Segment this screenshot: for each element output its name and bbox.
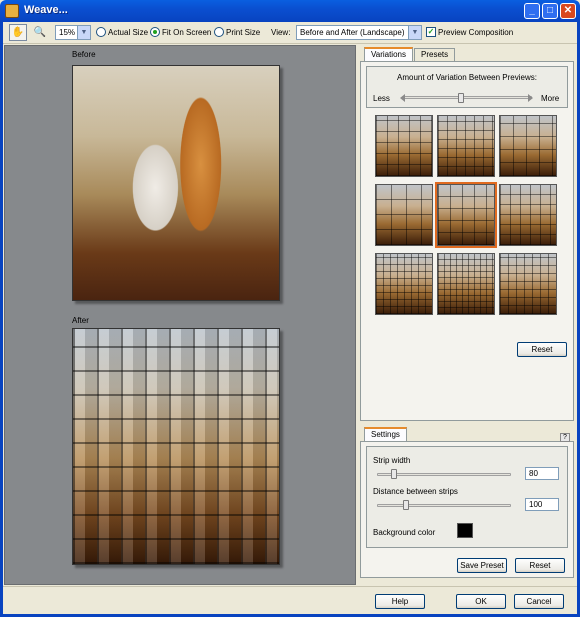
amount-group: Amount of Variation Between Previews: Le… [366, 66, 568, 108]
tab-variations[interactable]: Variations [364, 47, 413, 61]
slider-right-arrow-icon [528, 94, 533, 102]
amount-slider-thumb[interactable] [457, 93, 464, 103]
distance-slider[interactable] [377, 504, 511, 507]
before-label: Before [72, 50, 96, 59]
maximize-button[interactable]: □ [542, 3, 558, 19]
variation-thumbnail[interactable] [375, 115, 433, 177]
minimize-button[interactable]: _ [524, 3, 540, 19]
actual-size-label: Actual Size [108, 27, 149, 37]
save-preset-button[interactable]: Save Preset [457, 558, 507, 573]
help-button[interactable]: Help [375, 594, 425, 609]
variations-reset-button[interactable]: Reset [517, 342, 567, 357]
variation-thumbnail[interactable] [437, 253, 495, 315]
app-icon [5, 4, 19, 18]
fit-on-screen-radio[interactable]: Fit On Screen [150, 27, 211, 37]
hand-tool-button[interactable]: ✋ [9, 24, 27, 41]
view-label: View: [271, 28, 291, 37]
hand-icon: ✋ [11, 27, 25, 38]
slider-left-arrow-icon [400, 94, 405, 102]
strip-width-slider[interactable] [377, 473, 511, 476]
close-button[interactable]: ✕ [560, 3, 576, 19]
strip-width-label: Strip width [373, 456, 411, 465]
chevron-down-icon[interactable]: ▼ [77, 26, 90, 39]
toolbar: ✋ 🔍 15% ▼ Actual Size Fit On Screen Prin… [3, 22, 577, 44]
actual-size-radio[interactable]: Actual Size [96, 27, 148, 37]
fit-on-screen-label: Fit On Screen [162, 27, 212, 37]
background-color-label: Background color [373, 528, 436, 537]
preview-composition-checkbox[interactable]: ✓ Preview Composition [426, 27, 513, 37]
view-value: Before and After (Landscape) [300, 28, 405, 37]
amount-slider[interactable] [402, 96, 532, 99]
variation-thumbnail[interactable] [499, 184, 557, 246]
preview-area[interactable]: Before After [4, 45, 356, 585]
variation-thumbnail[interactable] [375, 253, 433, 315]
radio-circle-selected [150, 27, 160, 37]
settings-panel: ? Strip width 80 Distance between strips… [360, 433, 574, 578]
print-size-radio[interactable]: Print Size [214, 27, 260, 37]
strip-width-thumb[interactable] [391, 469, 397, 479]
settings-group: Strip width 80 Distance between strips 1… [366, 446, 568, 548]
check-icon: ✓ [426, 27, 436, 37]
variation-thumbnail[interactable] [435, 182, 497, 248]
title-bar: Weave... _ □ ✕ [0, 0, 580, 22]
variation-thumbnail[interactable] [499, 253, 557, 315]
zoom-tool-button[interactable]: 🔍 [31, 24, 49, 41]
preview-composition-label: Preview Composition [438, 27, 514, 37]
chevron-down-icon[interactable]: ▼ [408, 26, 421, 39]
variation-thumbnail[interactable] [499, 115, 557, 177]
button-bar: Help OK Cancel [3, 586, 577, 614]
view-combo[interactable]: Before and After (Landscape) ▼ [296, 25, 422, 40]
after-label: After [72, 316, 89, 325]
zoom-value: 15% [59, 28, 76, 37]
ok-button[interactable]: OK [456, 594, 506, 609]
background-color-swatch[interactable] [457, 523, 473, 538]
variation-thumbnail[interactable] [375, 184, 433, 246]
amount-label: Amount of Variation Between Previews: [397, 73, 537, 82]
print-size-label: Print Size [226, 27, 261, 37]
cancel-button[interactable]: Cancel [514, 594, 564, 609]
more-label: More [541, 94, 560, 103]
window-title: Weave... [24, 4, 68, 16]
before-image [72, 65, 280, 301]
radio-circle [214, 27, 224, 37]
zoom-combo[interactable]: 15% ▼ [55, 25, 91, 40]
settings-reset-button[interactable]: Reset [515, 558, 565, 573]
distance-field[interactable]: 100 [525, 498, 559, 511]
radio-circle [96, 27, 106, 37]
tab-settings[interactable]: Settings [364, 427, 407, 441]
distance-label: Distance between strips [373, 487, 458, 496]
tab-presets[interactable]: Presets [414, 48, 456, 61]
variation-thumbnail[interactable] [437, 115, 495, 177]
after-image [72, 328, 280, 565]
distance-thumb[interactable] [403, 500, 409, 510]
strip-width-field[interactable]: 80 [525, 467, 559, 480]
variations-grid [375, 115, 561, 320]
less-label: Less [373, 94, 390, 103]
help-icon[interactable]: ? [560, 433, 570, 442]
magnifier-icon: 🔍 [33, 27, 47, 38]
